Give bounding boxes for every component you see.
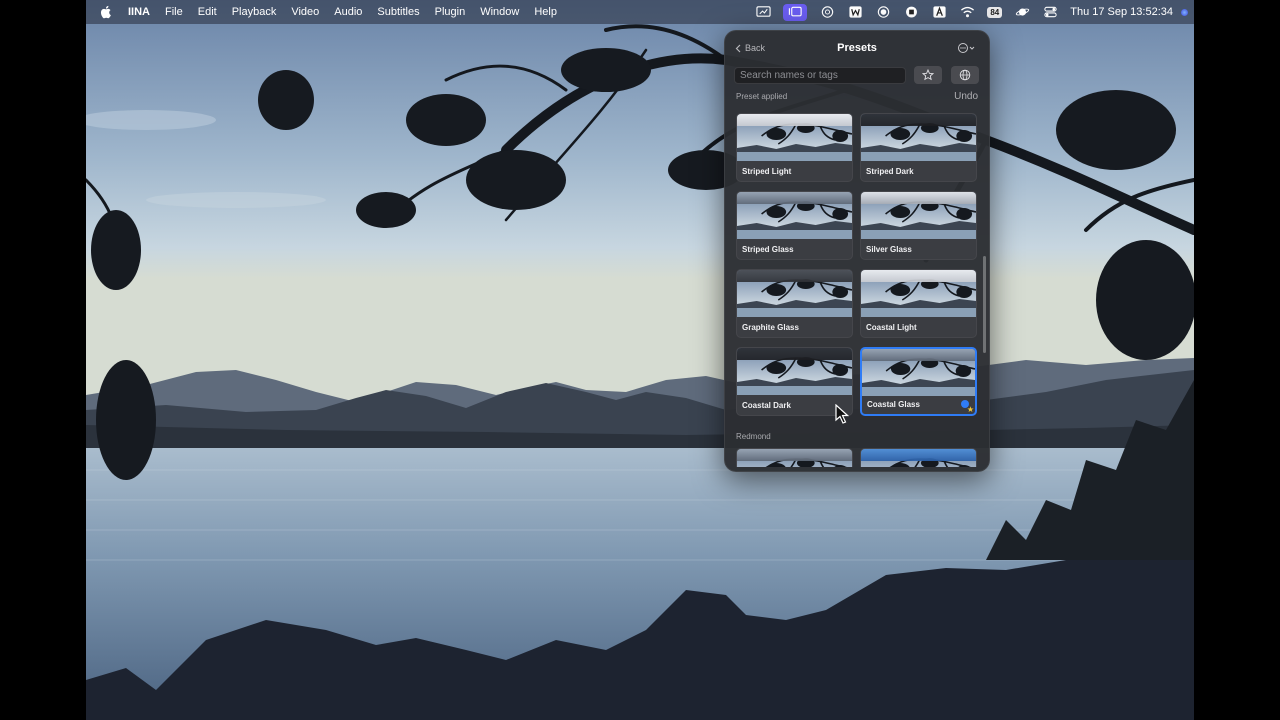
- control-center-icon[interactable]: [1042, 5, 1058, 19]
- lake-landscape-image: [86, 0, 1194, 720]
- screen-icon[interactable]: [755, 5, 771, 19]
- preset-thumbnail-image: [862, 349, 975, 396]
- browse-online-button[interactable]: [951, 66, 979, 84]
- menu-video[interactable]: Video: [291, 6, 319, 18]
- input-source-icon[interactable]: [931, 5, 947, 19]
- preset-card[interactable]: Coastal Light: [860, 269, 977, 338]
- preset-thumbnail-image: [861, 449, 976, 467]
- presets-panel: Back Presets Preset applied Undo Striped…: [724, 30, 990, 472]
- more-options-button[interactable]: [957, 42, 977, 54]
- preset-card[interactable]: Coastal Glass ★: [860, 347, 977, 416]
- menu-plugin[interactable]: Plugin: [435, 6, 466, 18]
- menu-file[interactable]: File: [165, 6, 183, 18]
- battery-icon[interactable]: 84: [987, 6, 1003, 18]
- preset-card[interactable]: Graphite Glass: [736, 269, 853, 338]
- stage-manager-icon[interactable]: [783, 3, 808, 21]
- preset-card[interactable]: [736, 448, 853, 467]
- menu-app-name[interactable]: IINA: [128, 6, 150, 18]
- star-icon: [922, 69, 934, 81]
- preset-name: Striped Glass: [742, 245, 794, 254]
- preset-name: Striped Light: [742, 167, 792, 176]
- apple-logo-icon[interactable]: [98, 4, 114, 20]
- preset-thumbnail-image: [737, 449, 852, 467]
- preset-thumbnail-image: [861, 192, 976, 239]
- preset-card[interactable]: Striped Light: [736, 113, 853, 182]
- preset-name: Striped Dark: [866, 167, 914, 176]
- preset-thumbnail-image: [737, 270, 852, 317]
- preset-card[interactable]: Striped Dark: [860, 113, 977, 182]
- preset-name: Coastal Light: [866, 323, 917, 332]
- mouse-cursor-icon: [835, 404, 849, 424]
- favorites-button[interactable]: [914, 66, 942, 84]
- status-area: 84 Thu 17 Sep 13:52:34: [755, 0, 1194, 24]
- menu-window[interactable]: Window: [480, 6, 519, 18]
- undo-button[interactable]: Undo: [954, 91, 978, 102]
- panel-header: Back Presets: [725, 31, 989, 65]
- preset-name: Coastal Glass: [867, 400, 920, 409]
- siri-icon[interactable]: [1181, 8, 1188, 16]
- chatgpt-icon[interactable]: [819, 5, 835, 19]
- preset-name: Graphite Glass: [742, 323, 799, 332]
- preset-thumbnail-image: [737, 348, 852, 395]
- menu-help[interactable]: Help: [534, 6, 557, 18]
- menu-playback[interactable]: Playback: [232, 6, 277, 18]
- menu-edit[interactable]: Edit: [198, 6, 217, 18]
- preset-thumbnail-image: [861, 270, 976, 317]
- search-input[interactable]: [734, 67, 906, 84]
- preset-thumbnail-image: [737, 192, 852, 239]
- globe-icon: [959, 69, 971, 81]
- panel-title: Presets: [837, 42, 877, 54]
- clock[interactable]: Thu 17 Sep 13:52:34: [1070, 6, 1173, 18]
- preset-name: Coastal Dark: [742, 401, 791, 410]
- wifi-icon[interactable]: [959, 5, 975, 19]
- record-icon[interactable]: [903, 5, 919, 19]
- ellipsis-circle-icon: [958, 43, 975, 53]
- status-text: Preset applied: [736, 92, 788, 101]
- menu-bar: IINA File Edit Playback Video Audio Subt…: [86, 0, 1194, 24]
- favorite-star-icon: ★: [966, 405, 974, 414]
- scrollbar[interactable]: [983, 256, 986, 353]
- preset-thumbnail-image: [737, 114, 852, 161]
- preset-thumbnail-image: [861, 114, 976, 161]
- preset-card[interactable]: Silver Glass: [860, 191, 977, 260]
- w-icon[interactable]: [847, 5, 863, 19]
- saturn-icon[interactable]: [1014, 5, 1030, 19]
- presets-grid: Striped Light Striped Dark Striped Glass Si…: [736, 113, 978, 467]
- section-title: Redmond: [736, 432, 771, 441]
- menu-subtitles[interactable]: Subtitles: [377, 6, 419, 18]
- preset-name: Silver Glass: [866, 245, 912, 254]
- focus-icon[interactable]: [875, 5, 891, 19]
- desktop-wallpaper: [86, 0, 1194, 720]
- menu-audio[interactable]: Audio: [334, 6, 362, 18]
- preset-card[interactable]: Striped Glass: [736, 191, 853, 260]
- preset-card[interactable]: [860, 448, 977, 467]
